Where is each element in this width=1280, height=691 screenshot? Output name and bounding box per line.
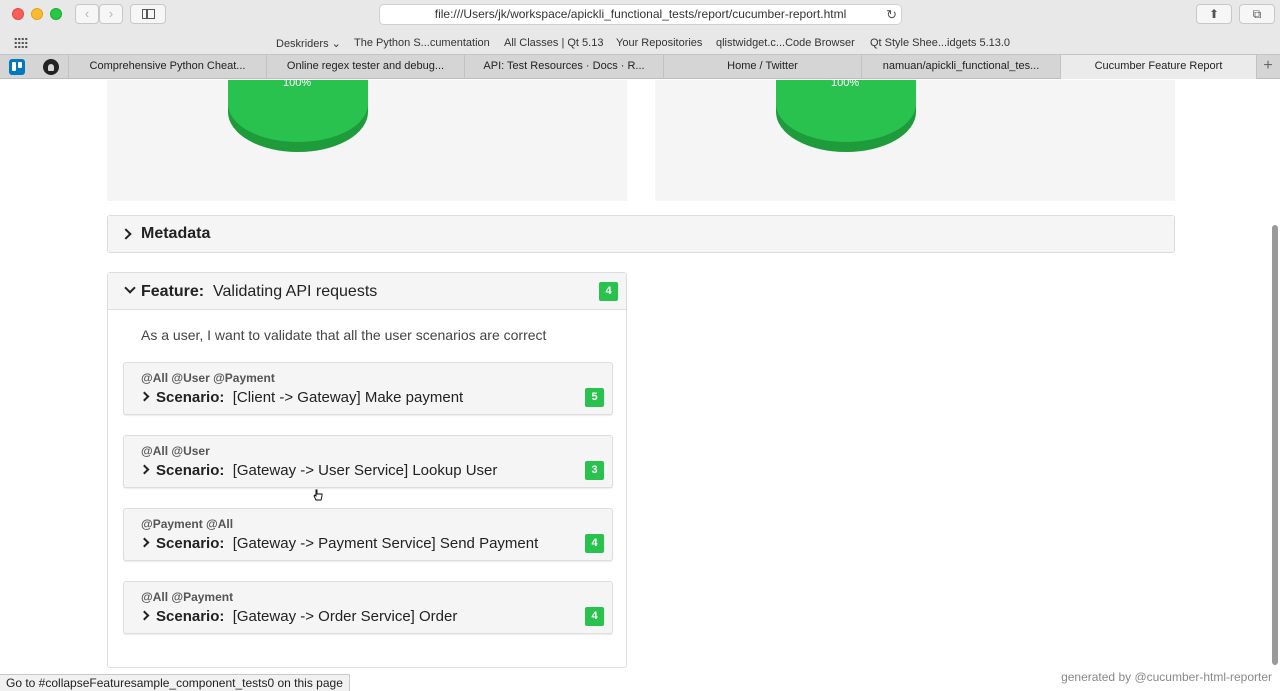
- scenario-panel[interactable]: @All @Payment Scenario: [Gateway -> Orde…: [123, 581, 613, 634]
- scenario-name: [Gateway -> Order Service] Order: [232, 608, 458, 625]
- share-button[interactable]: ⬆: [1196, 4, 1232, 24]
- feature-panel: Feature: Validating API requests 4 As a …: [107, 272, 627, 668]
- sidebar-icon: [142, 9, 155, 19]
- forward-button[interactable]: ›: [99, 4, 123, 24]
- bookmark-deskriders[interactable]: Deskriders ⌄: [276, 37, 341, 50]
- share-icon: ⬆: [1208, 7, 1220, 21]
- tab-bar: Comprehensive Python Cheat... Online reg…: [0, 54, 1280, 79]
- chevron-right-icon: [139, 537, 150, 548]
- metadata-panel: Metadata: [107, 215, 1175, 253]
- feature-title: Feature: Validating API requests: [141, 283, 377, 301]
- scenario-name: [Gateway -> Payment Service] Send Paymen…: [232, 535, 539, 552]
- scenario-panel[interactable]: @Payment @All Scenario: [Gateway -> Paym…: [123, 508, 613, 561]
- new-tab-icon[interactable]: +: [1256, 55, 1280, 79]
- footer-credit: generated by @cucumber-html-reporter: [1061, 670, 1272, 684]
- bookmark-item[interactable]: qlistwidget.c...Code Browser: [716, 37, 855, 49]
- tab-twitter[interactable]: Home / Twitter: [664, 55, 862, 79]
- feature-scenario-count-badge: 4: [599, 282, 618, 301]
- grid-icon[interactable]: [14, 37, 28, 49]
- features-pie-chart: 100%: [228, 80, 368, 152]
- scenario-keyword: Scenario:: [156, 462, 225, 479]
- feature-name: Validating API requests: [213, 283, 378, 300]
- chevron-down-icon: [124, 282, 136, 294]
- scenarios-chart-panel: 100%: [655, 80, 1175, 201]
- bookmark-item[interactable]: All Classes | Qt 5.13: [504, 37, 603, 49]
- feature-header[interactable]: Feature: Validating API requests 4: [108, 273, 626, 310]
- tab-regex-tester[interactable]: Online regex tester and debug...: [267, 55, 465, 79]
- address-bar[interactable]: file:///Users/jk/workspace/apickli_funct…: [379, 4, 902, 25]
- chevron-right-icon: [139, 464, 150, 475]
- scenario-keyword: Scenario:: [156, 389, 225, 406]
- scenario-step-count-badge: 4: [585, 534, 604, 553]
- tab-github-repo[interactable]: namuan/apickli_functional_tes...: [862, 55, 1061, 79]
- bookmark-item[interactable]: Qt Style Shee...idgets 5.13.0: [870, 37, 1010, 49]
- bookmark-label: Deskriders: [276, 38, 329, 50]
- scenario-keyword: Scenario:: [156, 535, 225, 552]
- tabs-overview-icon: ⧉: [1252, 7, 1262, 21]
- scenarios-pie-chart: 100%: [776, 80, 916, 152]
- scenario-name: [Client -> Gateway] Make payment: [232, 389, 464, 406]
- window-titlebar: ‹ › file:///Users/jk/workspace/apickli_f…: [0, 0, 1280, 32]
- tab-cucumber-report[interactable]: Cucumber Feature Report: [1061, 55, 1257, 79]
- zoom-window-button[interactable]: [50, 8, 62, 20]
- feature-keyword: Feature:: [141, 283, 205, 300]
- scenario-tags: @All @User @Payment: [141, 371, 275, 385]
- scenario-keyword: Scenario:: [156, 608, 225, 625]
- scenario-step-count-badge: 4: [585, 607, 604, 626]
- back-button[interactable]: ‹: [75, 4, 99, 24]
- chevron-down-icon: ⌄: [331, 38, 341, 50]
- chevron-right-icon: [139, 391, 150, 402]
- reload-icon[interactable]: ↻: [886, 5, 897, 24]
- scenario-tags: @Payment @All: [141, 517, 234, 531]
- tab-python-cheatsheet[interactable]: Comprehensive Python Cheat...: [68, 55, 267, 79]
- hand-cursor-icon: [313, 489, 323, 501]
- bookmark-item[interactable]: The Python S...cumentation: [354, 37, 490, 49]
- scenario-panel[interactable]: @All @User Scenario: [Gateway -> User Se…: [123, 435, 613, 488]
- trello-icon[interactable]: [9, 59, 25, 75]
- chevron-right-icon: [139, 610, 150, 621]
- pie-percentage: 100%: [831, 80, 860, 89]
- url-text: file:///Users/jk/workspace/apickli_funct…: [434, 7, 847, 21]
- feature-description: As a user, I want to validate that all t…: [141, 327, 547, 343]
- scenario-title: Scenario: [Gateway -> Order Service] Ord…: [139, 608, 458, 625]
- bookmarks-bar: Deskriders ⌄ The Python S...cumentation …: [0, 32, 1280, 54]
- minimize-window-button[interactable]: [31, 8, 43, 20]
- page-scrollbar[interactable]: [1270, 80, 1280, 691]
- report-page: 100% 100% Metadata Feature: Validating A…: [0, 80, 1280, 691]
- sidebar-toggle-button[interactable]: [130, 4, 166, 24]
- metadata-header[interactable]: Metadata: [108, 216, 1174, 252]
- scenario-step-count-badge: 3: [585, 461, 604, 480]
- status-bar: Go to #collapseFeaturesample_component_t…: [0, 674, 350, 691]
- github-icon[interactable]: [43, 59, 59, 75]
- tab-api-docs[interactable]: API: Test Resources · Docs · R...: [465, 55, 664, 79]
- chevron-right-icon: [120, 228, 132, 240]
- scenario-tags: @All @User: [141, 444, 210, 458]
- scrollbar-thumb[interactable]: [1272, 225, 1278, 665]
- scenario-title: Scenario: [Client -> Gateway] Make payme…: [139, 389, 464, 406]
- scenario-title: Scenario: [Gateway -> User Service] Look…: [139, 462, 498, 479]
- bookmark-item[interactable]: Your Repositories: [616, 37, 702, 49]
- pie-percentage: 100%: [283, 80, 312, 89]
- scenario-panel[interactable]: @All @User @Payment Scenario: [Client ->…: [123, 362, 613, 415]
- show-tabs-button[interactable]: ⧉: [1239, 4, 1275, 24]
- close-window-button[interactable]: [12, 8, 24, 20]
- scenario-name: [Gateway -> User Service] Lookup User: [232, 462, 498, 479]
- metadata-title: Metadata: [141, 225, 211, 242]
- scenario-step-count-badge: 5: [585, 388, 604, 407]
- scenario-tags: @All @Payment: [141, 590, 234, 604]
- scenario-title: Scenario: [Gateway -> Payment Service] S…: [139, 535, 539, 552]
- features-chart-panel: 100%: [107, 80, 627, 201]
